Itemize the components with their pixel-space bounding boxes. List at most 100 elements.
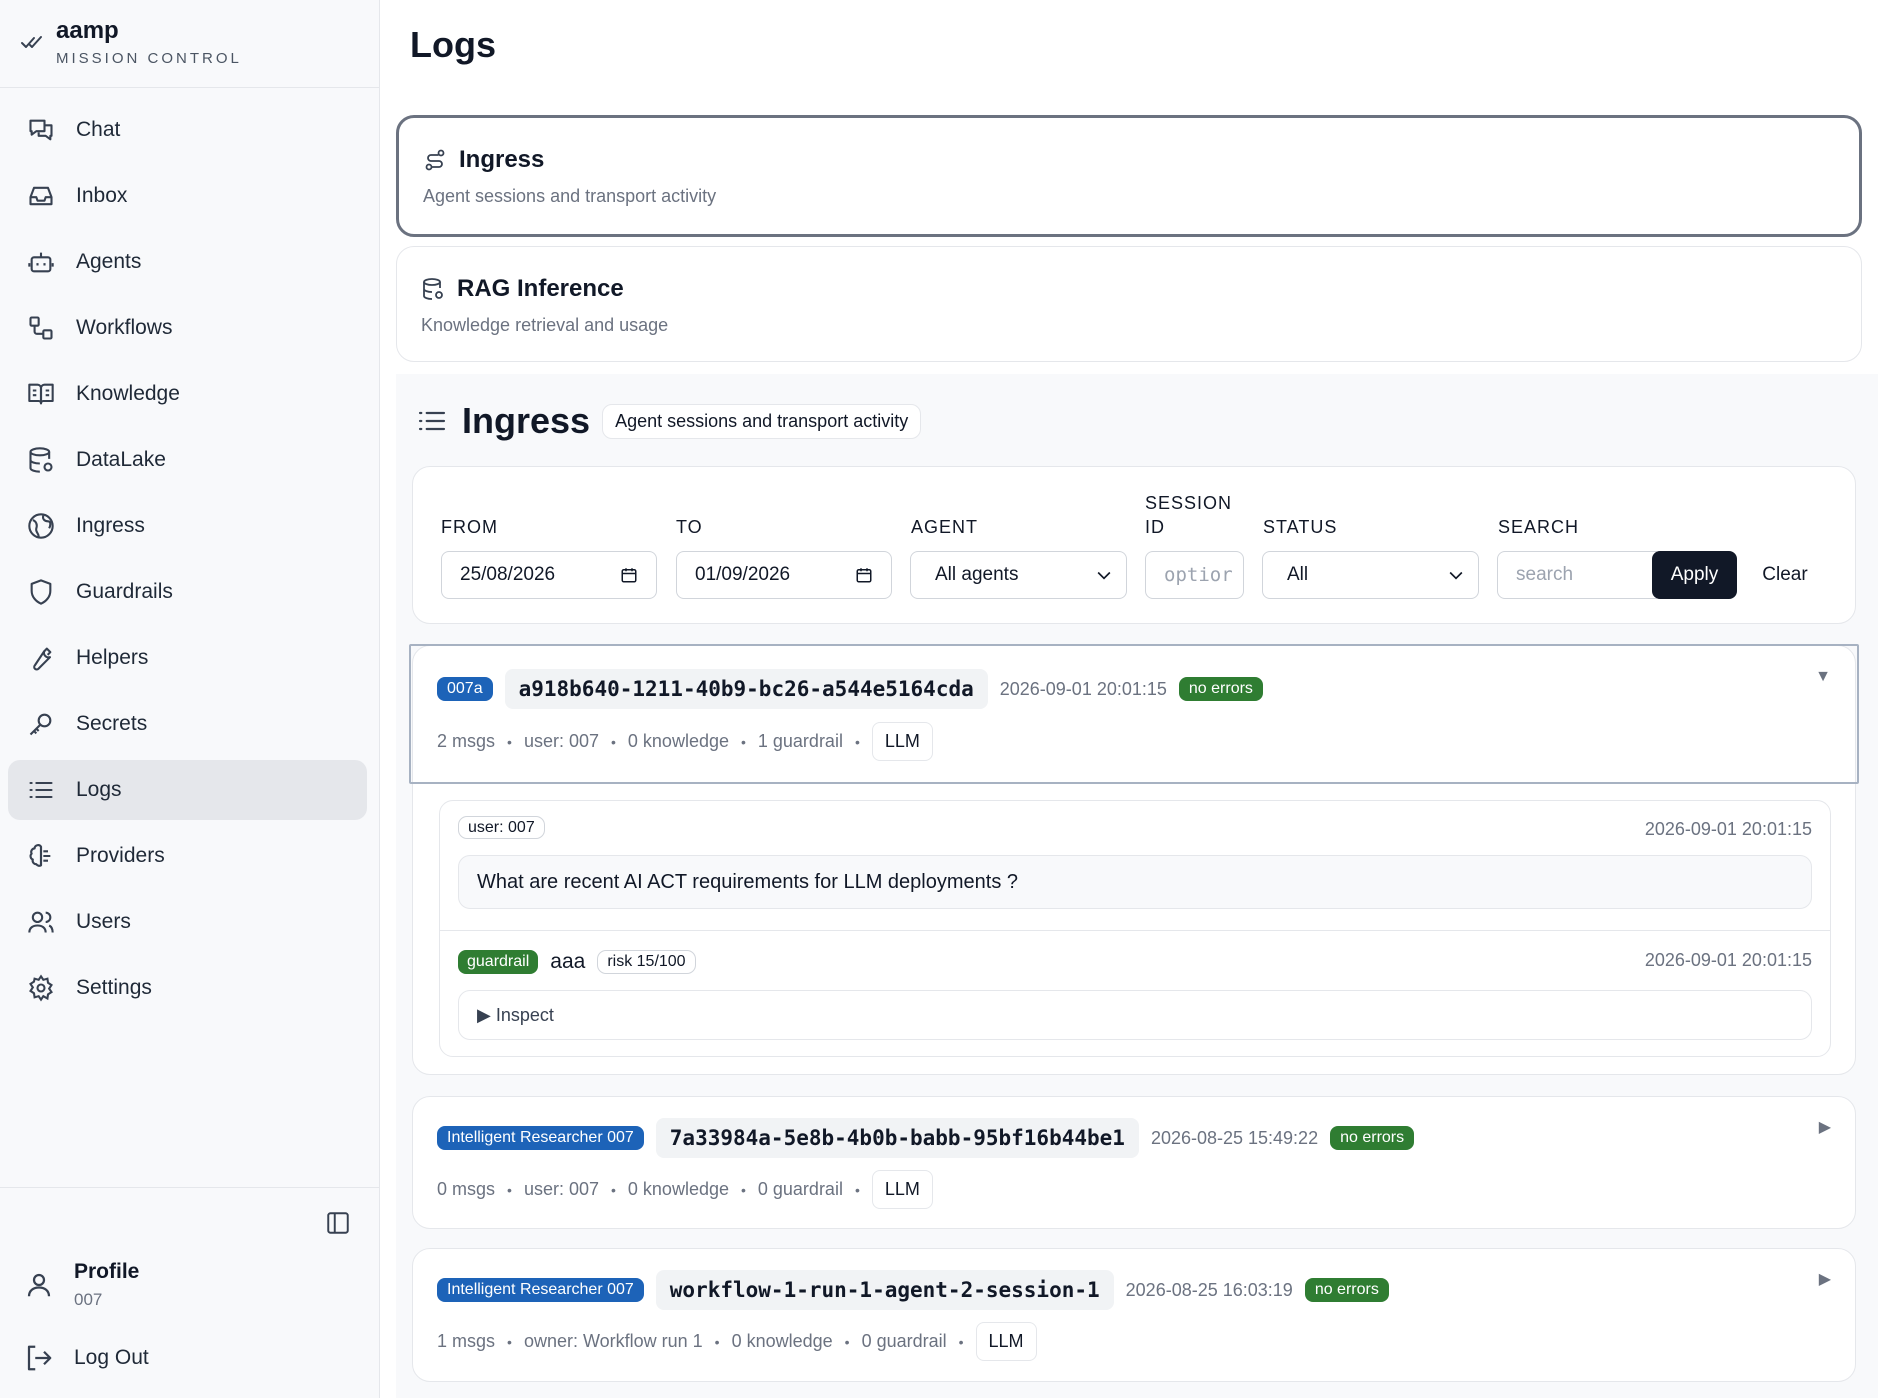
sidebar-item-label: Guardrails	[76, 580, 173, 603]
session-id[interactable]: 7a33984a-5e8b-4b0b-babb-95bf16b44be1	[655, 1118, 1139, 1158]
message-text: What are recent AI ACT requirements for …	[458, 855, 1812, 909]
session-header[interactable]	[409, 644, 1859, 784]
logout-label: Log Out	[74, 1346, 149, 1369]
guardrail-count: 0 guardrail	[757, 1179, 843, 1199]
inspect-toggle[interactable]: ▶ Inspect	[458, 990, 1812, 1040]
knowledge-count: 0 knowledge	[627, 731, 729, 751]
profile[interactable]: Profile 007	[24, 1260, 139, 1310]
llm-tag: LLM	[975, 1322, 1037, 1361]
session-timestamp: 2026-08-25 16:03:19	[1125, 1279, 1293, 1300]
session-id[interactable]: a918b640-1211-40b9-bc26-a544e5164cda	[504, 669, 988, 709]
sidebar: aamp MISSION CONTROL Chat Inbox Agents W…	[0, 0, 380, 1398]
sidebar-item-label: Ingress	[76, 514, 145, 537]
source-description: Agent sessions and transport activity	[423, 186, 717, 206]
sidebar-item-secrets[interactable]: Secrets	[8, 694, 367, 754]
agent-select[interactable]: All agents	[910, 551, 1127, 599]
knowledge-count: 0 knowledge	[731, 1331, 833, 1351]
brand-subtitle: MISSION CONTROL	[56, 50, 242, 67]
msg-count: 2 msgs	[437, 731, 496, 751]
sidebar-item-logs[interactable]: Logs	[8, 760, 367, 820]
search-label: SEARCH	[1498, 517, 1580, 537]
chevron-down-icon	[1449, 571, 1463, 580]
calendar-icon[interactable]	[620, 566, 638, 584]
brand[interactable]: aamp MISSION CONTROL	[0, 0, 379, 88]
panel-description: Agent sessions and transport activity	[602, 403, 922, 439]
expand-caret-icon[interactable]: ▶	[1819, 1269, 1831, 1289]
guardrail-timestamp: 2026-09-01 20:01:15	[1644, 950, 1812, 970]
source-description: Knowledge retrieval and usage	[421, 315, 669, 335]
llm-tag: LLM	[871, 1170, 933, 1209]
main-content: Logs Ingress Agent sessions and transpor…	[380, 0, 1878, 1398]
from-date-input[interactable]: 25/08/2026	[441, 551, 657, 599]
source-title: Ingress	[459, 146, 545, 173]
sidebar-item-knowledge[interactable]: Knowledge	[8, 364, 367, 424]
gear-icon	[26, 973, 56, 1003]
sidebar-item-agents[interactable]: Agents	[8, 232, 367, 292]
sidebar-item-guardrails[interactable]: Guardrails	[8, 562, 367, 622]
logout-icon	[27, 1345, 52, 1371]
sidebar-item-workflows[interactable]: Workflows	[8, 298, 367, 358]
clear-button[interactable]: Clear	[1747, 551, 1823, 599]
session-card[interactable]: Intelligent Researcher 007 workflow-1-ru…	[412, 1248, 1856, 1382]
calendar-icon[interactable]	[855, 566, 873, 584]
session-id[interactable]: workflow-1-run-1-agent-2-session-1	[655, 1270, 1114, 1310]
guardrail-badge: guardrail	[458, 950, 539, 974]
session-card[interactable]: Intelligent Researcher 007 7a33984a-5e8b…	[412, 1096, 1856, 1229]
sidebar-item-label: Secrets	[76, 712, 148, 735]
expand-caret-icon[interactable]: ▶	[1819, 1117, 1831, 1137]
session-timestamp: 2026-09-01 20:01:15	[999, 678, 1167, 699]
to-label: TO	[676, 517, 703, 537]
guardrail-count: 1 guardrail	[757, 731, 843, 751]
message-role-wrap: user: 007	[458, 816, 545, 839]
msg-count: 0 msgs	[437, 1179, 496, 1199]
status-select-value: All	[1287, 564, 1309, 585]
brand-name: aamp	[56, 17, 119, 44]
sidebar-item-chat[interactable]: Chat	[8, 100, 367, 160]
guardrail-count: 0 guardrail	[861, 1331, 947, 1351]
status-label: STATUS	[1263, 517, 1338, 537]
filters-bar	[412, 466, 1856, 624]
sidebar-toggle-icon[interactable]	[325, 1210, 351, 1236]
source-card-rag-inference[interactable]: RAG Inference Knowledge retrieval and us…	[396, 246, 1862, 362]
status-badge: no errors	[1330, 1126, 1415, 1150]
wrench-icon	[26, 643, 56, 673]
message-timestamp: 2026-09-01 20:01:15	[1644, 819, 1812, 839]
database-icon	[26, 445, 56, 475]
sidebar-item-datalake[interactable]: DataLake	[8, 430, 367, 490]
sidebar-item-helpers[interactable]: Helpers	[8, 628, 367, 688]
to-date-input[interactable]: 01/09/2026	[676, 551, 892, 599]
agent-select-value: All agents	[935, 564, 1019, 585]
session-id-label: SESSION ID	[1145, 491, 1232, 539]
database-icon	[423, 278, 443, 300]
collapse-caret-icon[interactable]: ▼	[1815, 668, 1831, 686]
sidebar-item-label: Agents	[76, 250, 142, 273]
sidebar-item-ingress[interactable]: Ingress	[8, 496, 367, 556]
agent-badge: 007a	[437, 677, 493, 701]
sidebar-item-settings[interactable]: Settings	[8, 958, 367, 1018]
book-icon	[26, 379, 56, 409]
sidebar-item-users[interactable]: Users	[8, 892, 367, 952]
sidebar-item-providers[interactable]: Providers	[8, 826, 367, 886]
profile-id: 007	[74, 1290, 103, 1309]
msg-count: 1 msgs	[437, 1331, 496, 1351]
status-badge: no errors	[1304, 1278, 1389, 1302]
search-input[interactable]: search	[1497, 551, 1657, 599]
logout-button[interactable]: Log Out	[24, 1343, 149, 1373]
page-title: Logs	[410, 24, 496, 65]
status-select[interactable]: All	[1262, 551, 1479, 599]
session-timestamp: 2026-08-25 15:49:22	[1150, 1127, 1319, 1148]
bot-icon	[26, 247, 56, 277]
apply-button[interactable]: Apply	[1652, 551, 1737, 599]
sidebar-item-label: DataLake	[76, 448, 166, 471]
sidebar-item-label: Providers	[76, 844, 165, 867]
sidebar-item-label: Helpers	[76, 646, 149, 669]
sidebar-item-label: Chat	[76, 118, 121, 141]
key-icon	[26, 709, 56, 739]
agent-label: AGENT	[911, 517, 979, 537]
session-user: user: 007	[523, 731, 599, 751]
source-card-ingress[interactable]: Ingress Agent sessions and transport act…	[396, 115, 1862, 237]
sidebar-item-inbox[interactable]: Inbox	[8, 166, 367, 226]
agent-badge: Intelligent Researcher 007	[437, 1278, 644, 1302]
session-id-input[interactable]: optior	[1145, 551, 1244, 599]
sidebar-item-label: Settings	[76, 976, 152, 999]
